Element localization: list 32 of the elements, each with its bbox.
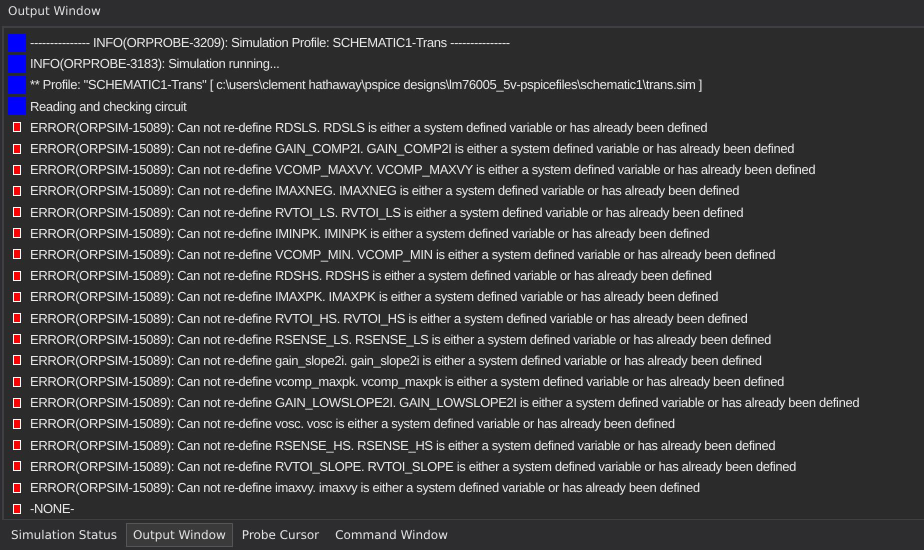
tab[interactable]: Simulation Status	[4, 523, 124, 547]
log-line: ERROR(ORPSIM-15089): Can not re-define vcomp_maxpk. vcomp_maxpk is either a system defined variable or has already been defined	[30, 374, 784, 390]
log-line: ERROR(ORPSIM-15089): Can not re-define vosc. vosc is either a system defined variable or has already been defined	[30, 416, 675, 432]
log-line: ERROR(ORPSIM-15089): Can not re-define RDSHS. RDSHS is either a system defined variable or has already been defined	[30, 268, 712, 284]
log-line: ERROR(ORPSIM-15089): Can not re-define IMAXNEG. IMAXNEG is either a system defined variable or has already been defined	[30, 183, 740, 198]
log-line: ERROR(ORPSIM-15089): Can not re-define imaxvy. imaxvy is either a system defined variable or has already been defined	[30, 480, 700, 496]
log-line: ERROR(ORPSIM-15089): Can not re-define VCOMP_MAXVY. VCOMP_MAXVY is either a system defined variable or has already been defined	[30, 162, 816, 178]
info-icon	[8, 76, 26, 94]
log-line: -NONE-	[30, 501, 74, 516]
log-line: ERROR(ORPSIM-15089): Can not re-define RSENSE_LS. RSENSE_LS is either a system defined variable or has already been defined	[30, 332, 771, 347]
log-line: ERROR(ORPSIM-15089): Can not re-define RVTOI_LS. RVTOI_LS is either a system defined variable or has already been defined	[30, 204, 744, 220]
log-line: INFO(ORPROBE-3183): Simulation running...	[30, 56, 280, 72]
info-icon	[8, 54, 26, 73]
tab[interactable]: Command Window	[328, 523, 455, 547]
log-line: ERROR(ORPSIM-15089): Can not re-define RVTOI_SLOPE. RVTOI_SLOPE is either a system defined variable or has already been defined	[30, 458, 796, 474]
log-line: Reading and checking circuit	[30, 98, 186, 114]
tab[interactable]: Probe Cursor	[234, 523, 326, 547]
log-line: ERROR(ORPSIM-15089): Can not re-define gain_slope2i. gain_slope2i is either a system defined variable or has already been defined	[30, 352, 762, 368]
log-line: ERROR(ORPSIM-15089): Can not re-define IMAXPK. IMAXPK is either a system defined variable or has already been defined	[30, 289, 718, 304]
info-icon	[8, 34, 26, 52]
log-line: ** Profile: "SCHEMATIC1-Trans" [ c:\users\clement hathaway\pspice designs\lm76005_5v-pspicefiles\schematic1\trans.sim ]	[30, 77, 702, 92]
log-line: ERROR(ORPSIM-15089): Can not re-define GAIN_COMP2I. GAIN_COMP2I is either a system defined variable or has already been defined	[30, 141, 794, 156]
log-line: --------------- INFO(ORPROBE-3209): Simulation Profile: SCHEMATIC1-Trans ---------------	[30, 35, 510, 50]
log-line: ERROR(ORPSIM-15089): Can not re-define RDSLS. RDSLS is either a system defined variable or has already been defined	[30, 120, 708, 135]
log-line: ERROR(ORPSIM-15089): Can not re-define VCOMP_MIN. VCOMP_MIN is either a system defined variable or has already been defined	[30, 246, 776, 262]
tab[interactable]: Output Window	[126, 523, 233, 547]
info-icon	[8, 97, 26, 116]
panel-title: Output Window	[7, 3, 102, 20]
log-line: ERROR(ORPSIM-15089): Can not re-define RSENSE_HS. RSENSE_HS is either a system defined variable or has already been defined	[30, 438, 776, 453]
log-line: ERROR(ORPSIM-15089): Can not re-define IMINPK. IMINPK is either a system defined variable or has already been defined	[30, 226, 710, 241]
log-line: ERROR(ORPSIM-15089): Can not re-define RVTOI_HS. RVTOI_HS is either a system defined variable or has already been defined	[30, 310, 748, 326]
log-line: ERROR(ORPSIM-15089): Can not re-define GAIN_LOWSLOPE2I. GAIN_LOWSLOPE2I is either a system defined variable or has already been defined	[30, 395, 860, 410]
